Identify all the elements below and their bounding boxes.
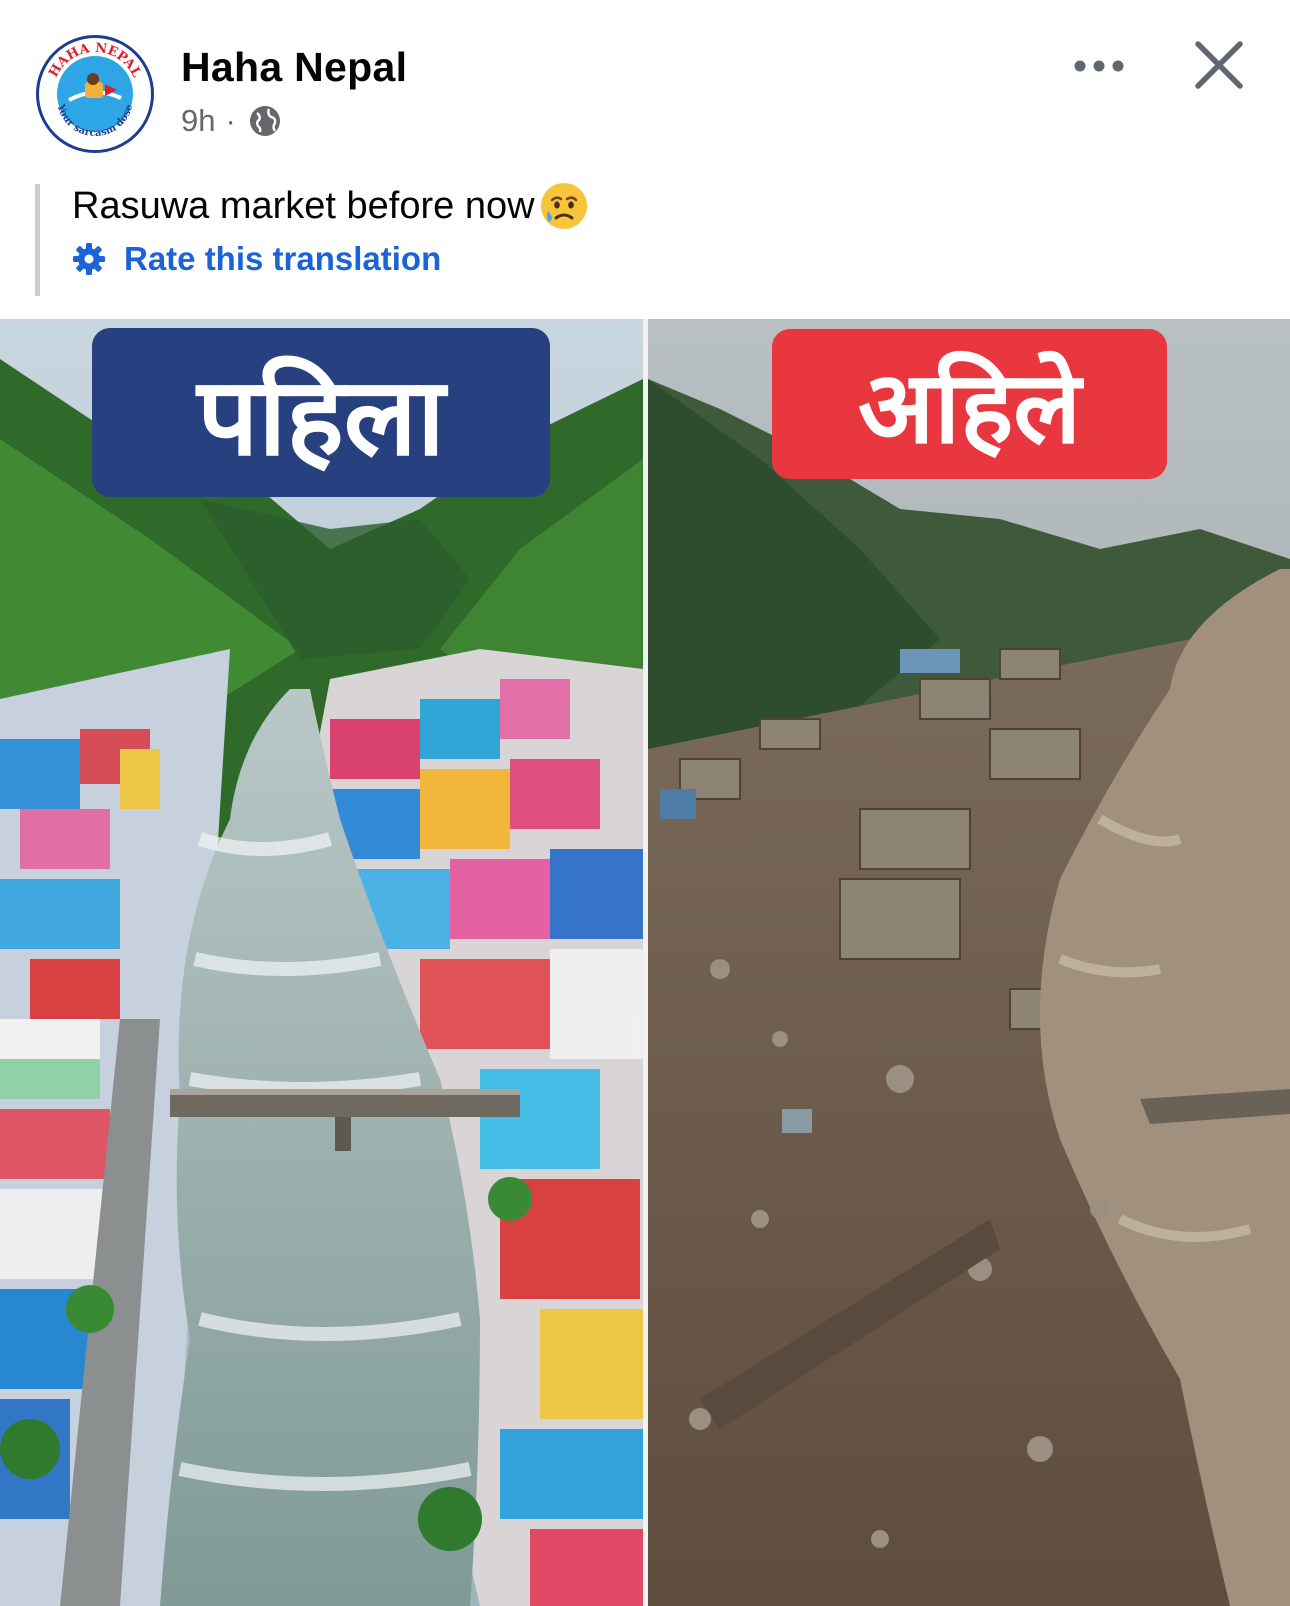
more-options-icon xyxy=(1074,60,1124,72)
meta-separator: · xyxy=(225,103,236,138)
page-name[interactable]: Haha Nepal xyxy=(181,44,407,91)
post-header: HAHA NEPAL Your sarcasm dose Haha Nepal … xyxy=(0,0,1290,318)
gear-icon xyxy=(73,243,105,275)
rate-translation-link[interactable]: Rate this translation xyxy=(72,240,441,278)
image-divider xyxy=(643,319,648,1606)
rate-translation-label: Rate this translation xyxy=(124,240,442,277)
translation-quote-bar xyxy=(35,184,40,296)
post-caption: Rasuwa market before now xyxy=(72,181,589,231)
now-label: अहिले xyxy=(772,329,1167,479)
post-meta: 9h · xyxy=(181,103,282,139)
post-image[interactable]: पहिला अहिले xyxy=(0,319,1290,1606)
before-scene xyxy=(0,319,643,1606)
post-time[interactable]: 9h xyxy=(181,103,215,139)
globe-icon xyxy=(249,106,280,136)
more-options-button[interactable] xyxy=(1062,46,1136,86)
caption-text: Rasuwa market before now xyxy=(72,184,535,227)
haha-nepal-logo: HAHA NEPAL Your sarcasm dose xyxy=(40,39,150,149)
sad-relieved-face-emoji xyxy=(540,183,587,229)
close-icon xyxy=(1195,41,1243,89)
before-after-photo xyxy=(0,319,1290,1606)
after-scene xyxy=(648,319,1290,1606)
before-label: पहिला xyxy=(92,328,550,497)
page-avatar[interactable]: HAHA NEPAL Your sarcasm dose xyxy=(36,35,154,153)
close-button[interactable] xyxy=(1190,36,1248,94)
